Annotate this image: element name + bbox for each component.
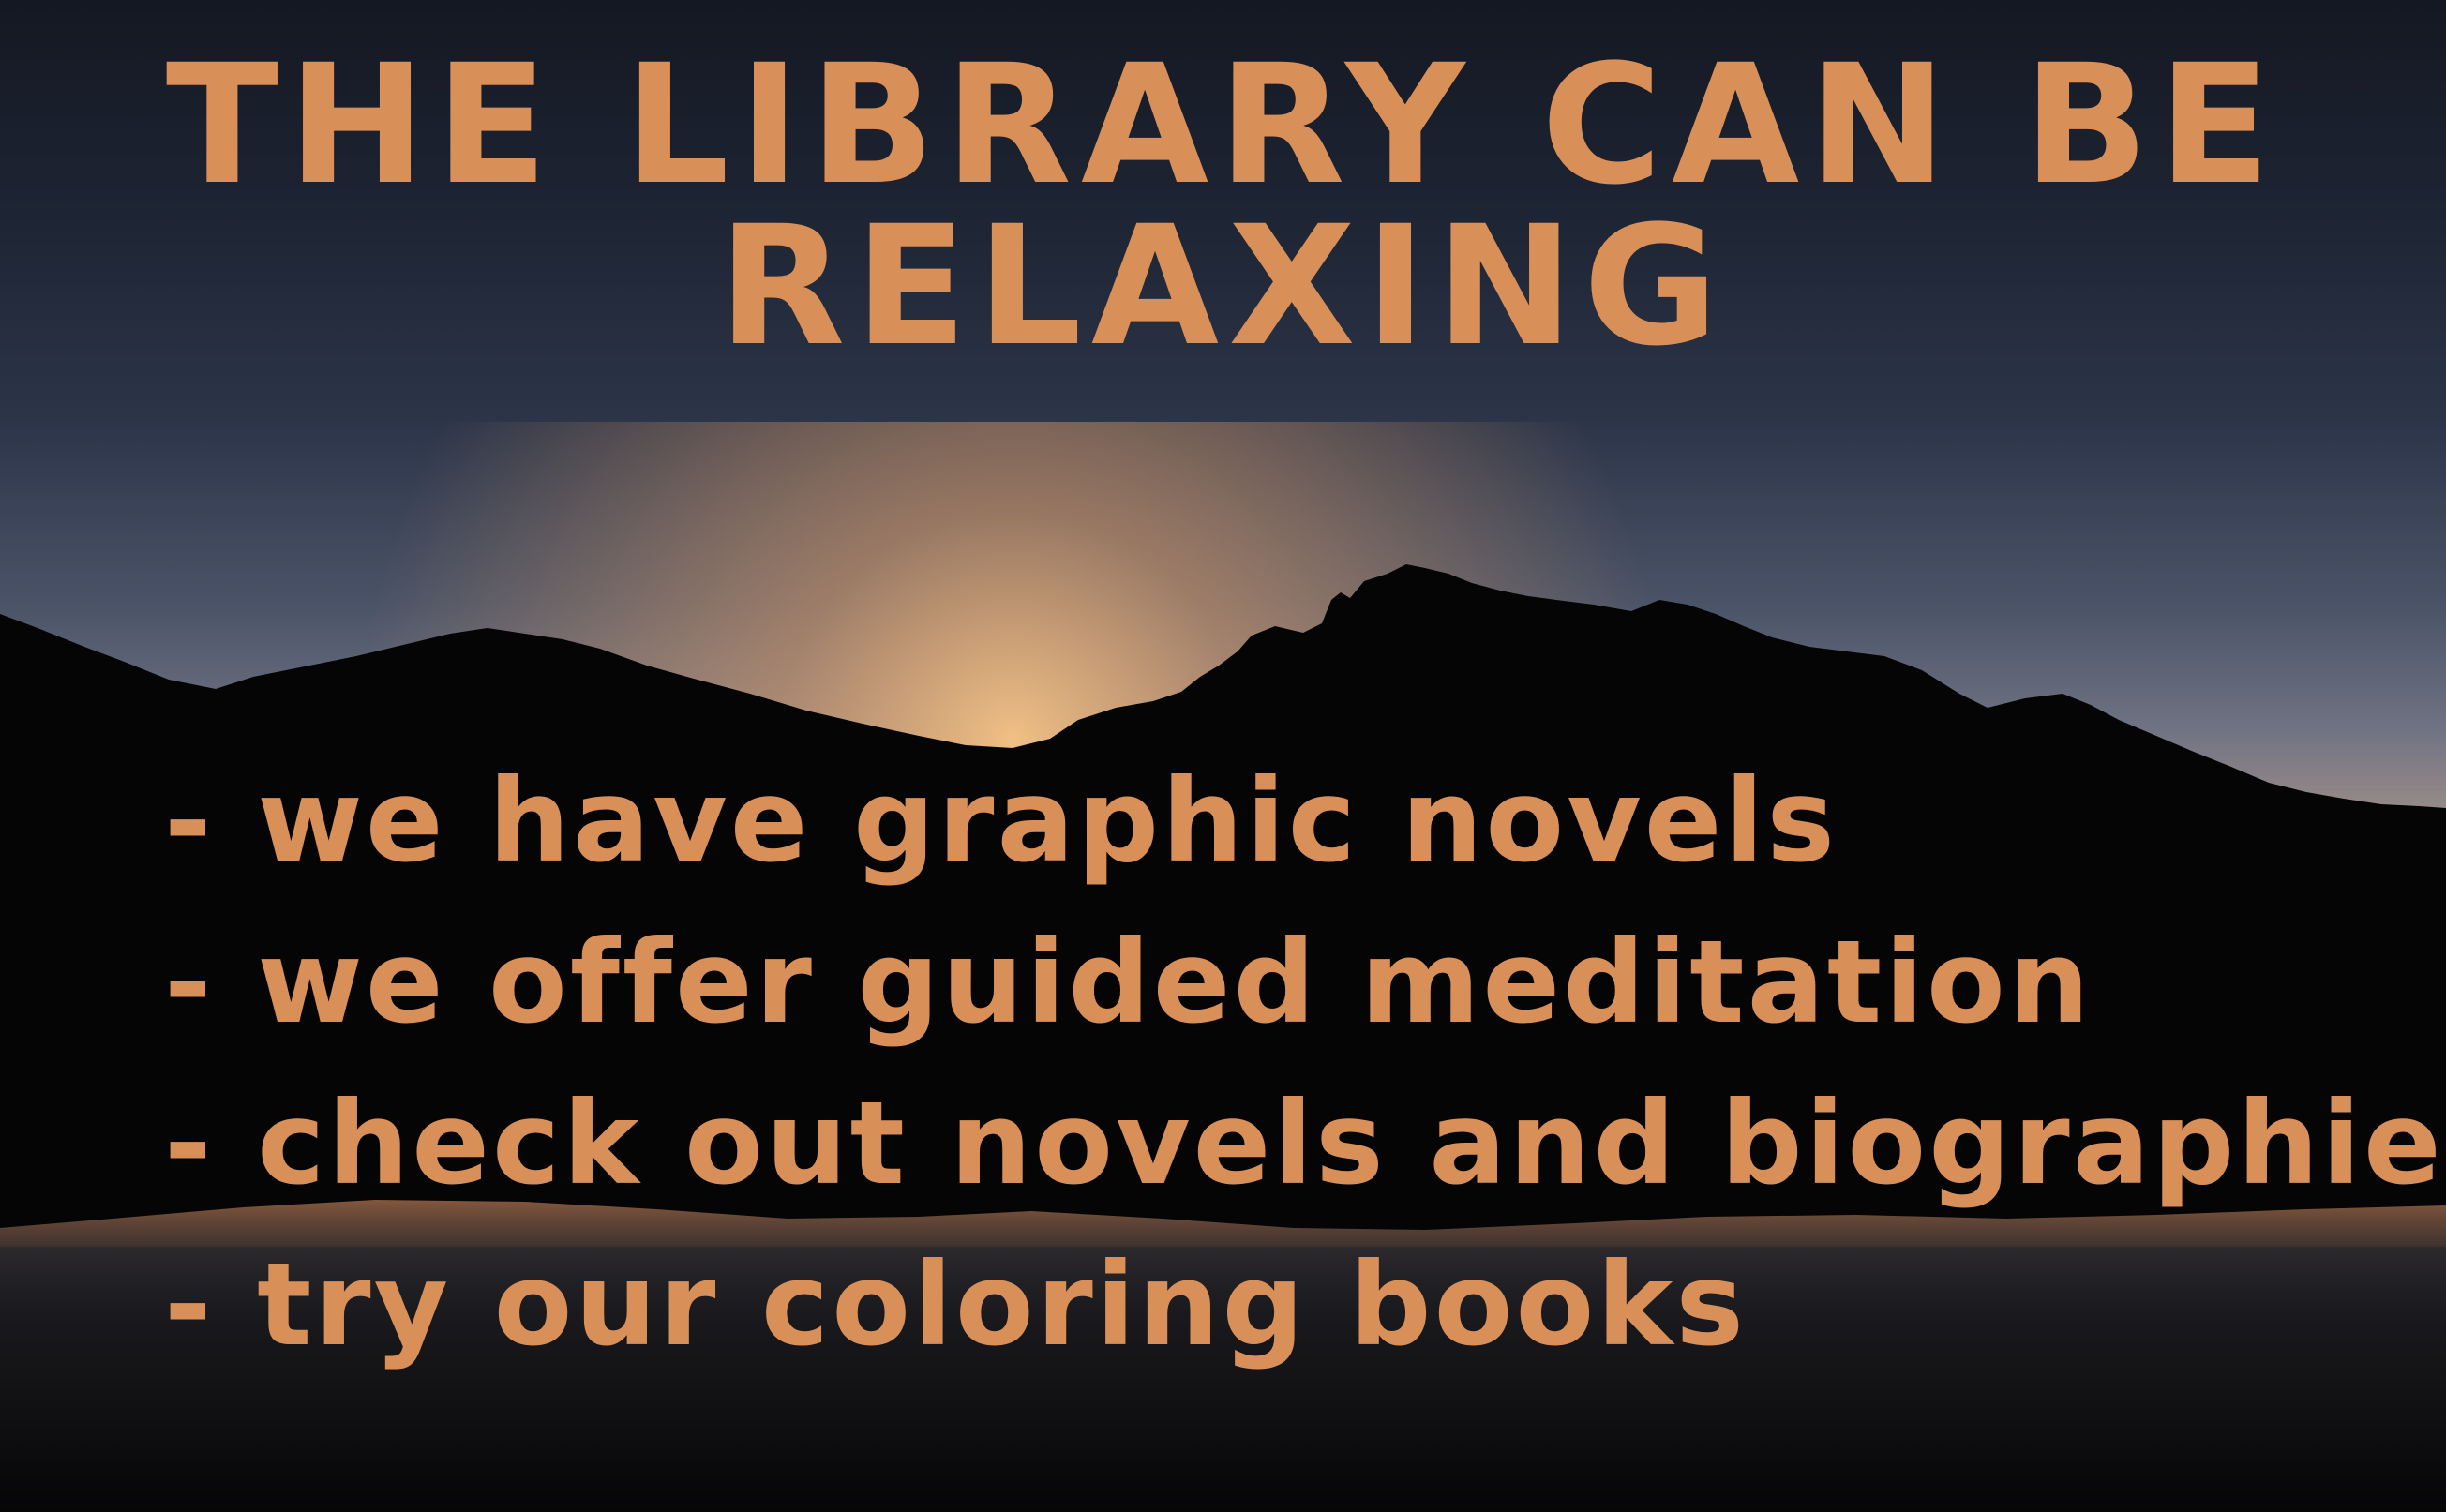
list-item-graphic-novels: - we have graphic novels — [164, 755, 1838, 888]
feature-list: - we have graphic novels - we offer guid… — [164, 741, 2446, 1385]
list-item-coloring-books: - try our coloring books — [164, 1238, 1748, 1371]
poster: THE LIBRARY CAN BE RELAXING - we have gr… — [0, 0, 2446, 1512]
title-line-1: THE LIBRARY CAN BE — [165, 29, 2281, 221]
title-line-2: RELAXING — [717, 190, 1729, 382]
list-item-guided-meditation: - we offer guided meditation — [164, 916, 2093, 1049]
list-item-novels-biographies: - check out novels and biographies — [164, 1077, 2446, 1210]
poster-title: THE LIBRARY CAN BE RELAXING — [0, 29, 2446, 382]
